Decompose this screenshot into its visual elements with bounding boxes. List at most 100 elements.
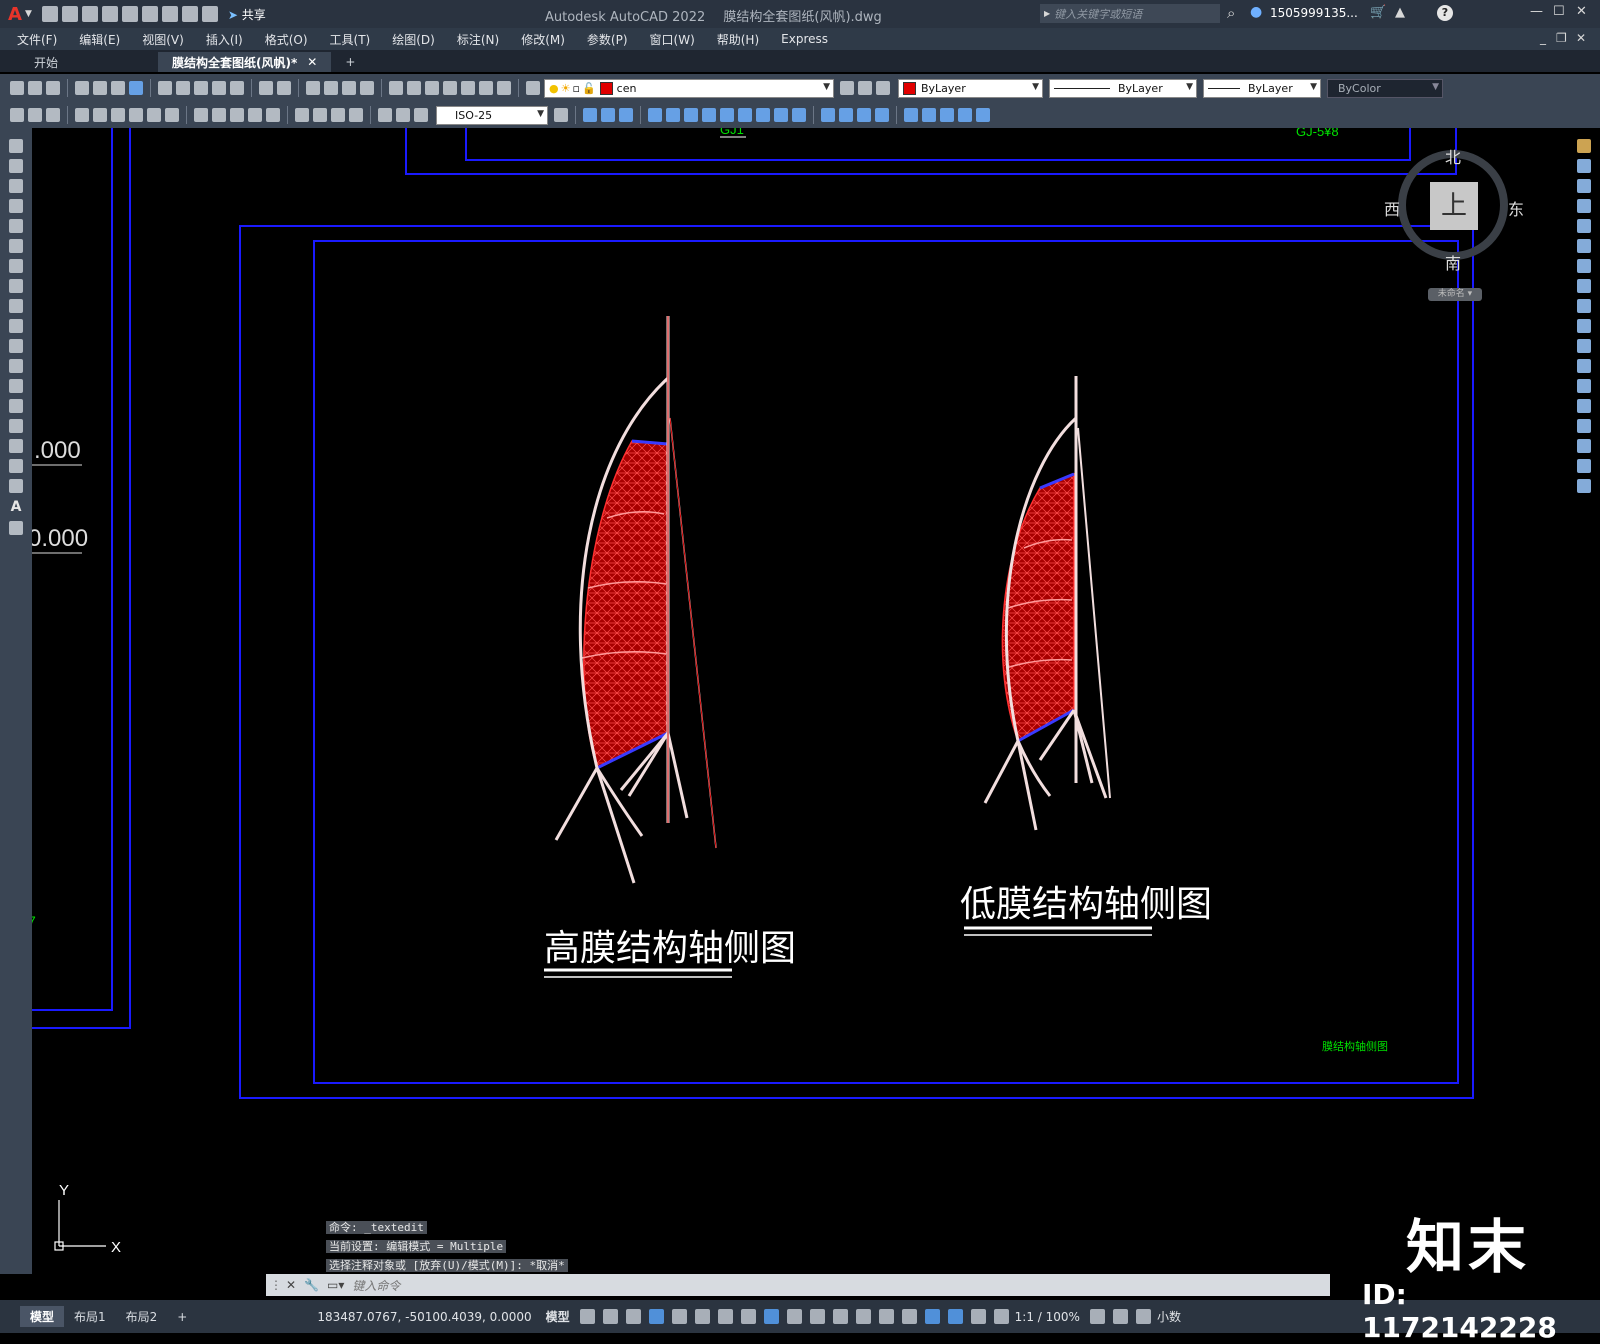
solid-subtract-icon[interactable] bbox=[619, 108, 633, 122]
plot-icon[interactable] bbox=[75, 81, 89, 95]
ortho-icon[interactable] bbox=[671, 1309, 687, 1324]
snap-icon[interactable] bbox=[602, 1309, 618, 1324]
stretch-icon[interactable] bbox=[1577, 299, 1591, 313]
export-icon[interactable] bbox=[141, 6, 158, 22]
extend-icon[interactable] bbox=[1577, 339, 1591, 353]
menu-express[interactable]: Express bbox=[770, 32, 839, 46]
cart-icon[interactable]: 🛒 bbox=[1370, 5, 1386, 20]
annotation-monitor-icon[interactable] bbox=[1112, 1309, 1128, 1324]
make-block-icon[interactable] bbox=[9, 379, 23, 393]
search-field[interactable]: ▶ 键入关键字或短语 bbox=[1040, 4, 1220, 23]
dim-radius-icon[interactable] bbox=[111, 108, 125, 122]
gradient-icon[interactable] bbox=[9, 439, 23, 453]
menu-dimension[interactable]: 标注(N) bbox=[446, 31, 510, 48]
slice-icon[interactable] bbox=[738, 108, 752, 122]
grid-icon[interactable] bbox=[579, 1309, 595, 1324]
menu-help[interactable]: 帮助(H) bbox=[706, 31, 770, 48]
viewcube-face[interactable]: 上 bbox=[1430, 182, 1478, 230]
add-selected-icon[interactable] bbox=[9, 521, 23, 535]
dim-linear-icon[interactable] bbox=[28, 108, 42, 122]
layer-dropdown[interactable]: ● ☀ ▫ 🔓 cen ▼ bbox=[544, 78, 834, 98]
compass-north[interactable]: 北 bbox=[1445, 144, 1461, 168]
ucs-menu-button[interactable]: 未命名 ▾ bbox=[1428, 288, 1482, 301]
dim-diameter-icon[interactable] bbox=[147, 108, 161, 122]
blend-curves-icon[interactable] bbox=[1577, 459, 1591, 473]
line-icon[interactable] bbox=[9, 139, 23, 153]
copy-icon[interactable] bbox=[176, 81, 190, 95]
units-icon[interactable] bbox=[1135, 1309, 1151, 1324]
scale-icon[interactable] bbox=[1577, 279, 1591, 293]
break-at-point-icon[interactable] bbox=[1577, 359, 1591, 373]
search-icon[interactable]: ⌕ bbox=[1227, 4, 1235, 22]
infer-constraints-icon[interactable] bbox=[625, 1309, 641, 1324]
save-tb-icon[interactable] bbox=[46, 81, 60, 95]
layout-tab-model[interactable]: 模型 bbox=[20, 1306, 65, 1327]
match-properties-icon[interactable] bbox=[212, 81, 226, 95]
mirror-icon[interactable] bbox=[1577, 179, 1591, 193]
sheet-set-icon[interactable] bbox=[443, 81, 457, 95]
plotstyle-dropdown[interactable]: ByColor ▼ bbox=[1327, 78, 1443, 98]
polygon-icon[interactable] bbox=[9, 199, 23, 213]
command-input[interactable]: 键入命令 bbox=[352, 1277, 400, 1294]
command-line[interactable]: ⋮ ✕ 🔧 ▭▾ 键入命令 bbox=[266, 1274, 1330, 1296]
spline-icon[interactable] bbox=[9, 299, 23, 313]
units-value[interactable]: 小数 bbox=[1157, 1308, 1181, 1325]
menu-parametric[interactable]: 参数(P) bbox=[576, 31, 639, 48]
dim-baseline-icon[interactable] bbox=[212, 108, 226, 122]
insert-block-icon[interactable] bbox=[9, 359, 23, 373]
interfere-icon[interactable] bbox=[756, 108, 770, 122]
gizmo-icon[interactable] bbox=[924, 1309, 940, 1324]
fillet-icon[interactable] bbox=[1577, 439, 1591, 453]
make-current-icon[interactable] bbox=[840, 81, 854, 95]
open-icon[interactable] bbox=[28, 81, 42, 95]
dim-space-icon[interactable] bbox=[248, 108, 262, 122]
dim-arc-icon[interactable] bbox=[75, 108, 89, 122]
qdim2-icon[interactable] bbox=[194, 108, 208, 122]
zoom-realtime-icon[interactable] bbox=[324, 81, 338, 95]
linetype-dropdown[interactable]: ByLayer ▼ bbox=[1049, 78, 1197, 98]
share-button[interactable]: ➤ 共享 bbox=[228, 6, 266, 23]
3d-osnap-icon[interactable] bbox=[855, 1309, 871, 1324]
print-icon[interactable] bbox=[161, 6, 178, 22]
dim-continue-icon[interactable] bbox=[230, 108, 244, 122]
layout-tab-2[interactable]: 布局2 bbox=[116, 1306, 168, 1327]
isodraft-icon[interactable] bbox=[717, 1309, 733, 1324]
design-center-icon[interactable] bbox=[407, 81, 421, 95]
section-icon[interactable] bbox=[774, 108, 788, 122]
layer-previous-icon[interactable] bbox=[858, 81, 872, 95]
solid-box-icon[interactable] bbox=[583, 108, 597, 122]
help-tb-icon[interactable] bbox=[497, 81, 511, 95]
hatch-icon[interactable] bbox=[9, 419, 23, 433]
menu-insert[interactable]: 插入(I) bbox=[195, 31, 254, 48]
new-file-icon[interactable] bbox=[41, 6, 58, 22]
menu-modify[interactable]: 修改(M) bbox=[510, 31, 576, 48]
lineweight-dropdown[interactable]: ByLayer ▼ bbox=[1203, 78, 1321, 98]
workspace-gear-icon[interactable] bbox=[1089, 1309, 1105, 1324]
thicken-icon[interactable] bbox=[792, 108, 806, 122]
cut-icon[interactable] bbox=[158, 81, 172, 95]
offset-icon[interactable] bbox=[1577, 199, 1591, 213]
circle-icon[interactable] bbox=[9, 259, 23, 273]
tolerance-icon[interactable] bbox=[295, 108, 309, 122]
object-snap-tracking-icon[interactable] bbox=[740, 1309, 756, 1324]
presspull-icon[interactable] bbox=[666, 108, 680, 122]
open-folder-icon[interactable] bbox=[61, 6, 78, 22]
tab-new[interactable]: + bbox=[331, 52, 369, 72]
block-editor-icon[interactable] bbox=[230, 81, 244, 95]
rotate-icon[interactable] bbox=[1577, 259, 1591, 273]
table-icon[interactable] bbox=[9, 479, 23, 493]
layout-tab-1[interactable]: 布局1 bbox=[64, 1306, 116, 1327]
save-icon[interactable] bbox=[81, 6, 98, 22]
3d-print-icon[interactable] bbox=[129, 81, 143, 95]
menu-edit[interactable]: 编辑(E) bbox=[68, 31, 131, 48]
join-icon[interactable] bbox=[1577, 399, 1591, 413]
array-icon[interactable] bbox=[1577, 219, 1591, 233]
jogged-linear-icon[interactable] bbox=[349, 108, 363, 122]
coordinate-readout[interactable]: 183487.0767, -50100.4039, 0.0000 bbox=[317, 1310, 531, 1324]
maximize-button[interactable]: ☐ bbox=[1553, 4, 1565, 19]
menu-window[interactable]: 窗口(W) bbox=[639, 31, 706, 48]
revolve-icon[interactable] bbox=[702, 108, 716, 122]
tool-palettes-icon[interactable] bbox=[425, 81, 439, 95]
save-as-icon[interactable] bbox=[101, 6, 118, 22]
minimize-button[interactable]: — bbox=[1530, 4, 1543, 19]
